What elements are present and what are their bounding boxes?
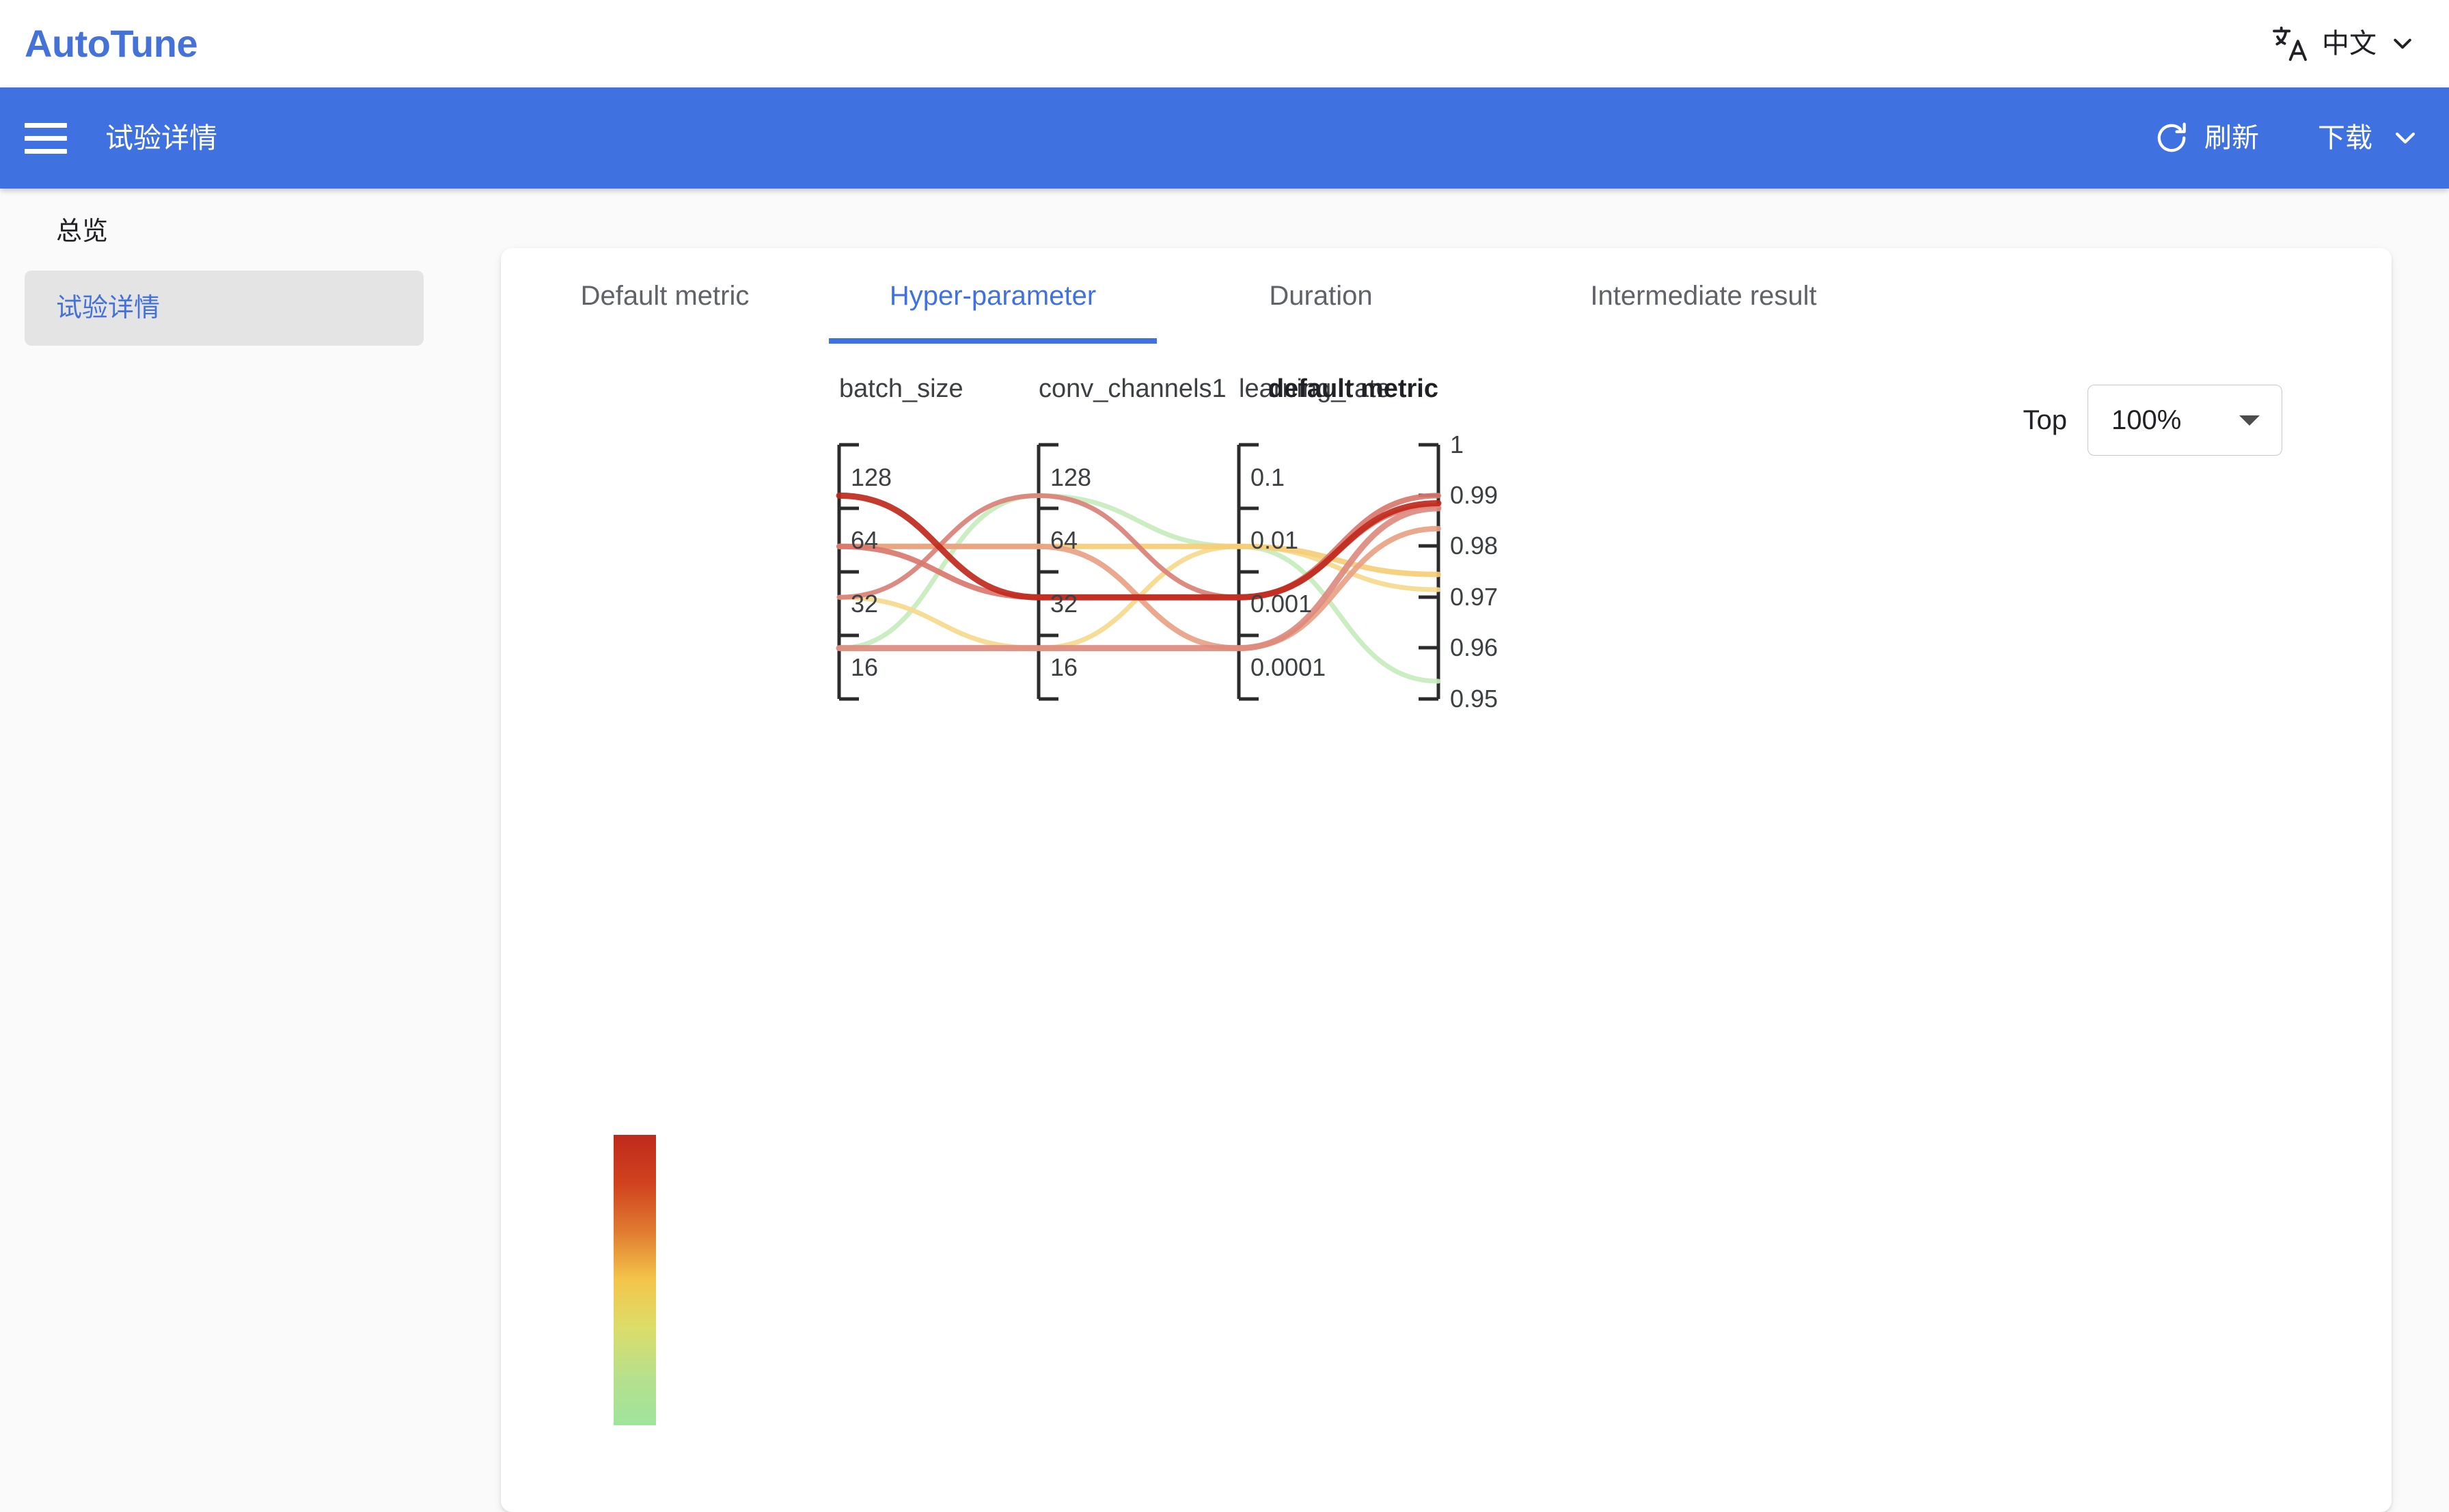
axis3-label-0-001: 0.001 <box>1250 590 1312 618</box>
axis-title-default-metric: default metric <box>1268 374 1438 403</box>
language-label: 中文 <box>2322 29 2377 59</box>
page-body: 总览 试验详情 Default metric Hyper-parameter D… <box>0 189 2449 1512</box>
translate-icon <box>2270 24 2310 64</box>
sidebar-item-label: 试验详情 <box>56 294 161 322</box>
axis3-label-0-01: 0.01 <box>1250 526 1298 554</box>
axis3-label-0-1: 0.1 <box>1250 463 1285 491</box>
app-bar: 试验详情 刷新 下载 <box>0 87 2449 189</box>
axis4-label-0-99: 0.99 <box>1450 481 1498 509</box>
sidebar: 总览 试验详情 <box>0 189 478 1335</box>
hamburger-menu-icon[interactable] <box>25 116 68 160</box>
axis1-label-128: 128 <box>851 463 892 491</box>
trial-line-8 <box>836 493 1441 684</box>
chevron-down-icon <box>2390 123 2420 153</box>
download-label: 下载 <box>2318 123 2372 153</box>
axis4-label-0-98: 0.98 <box>1450 532 1498 560</box>
metric-colorbar <box>614 1135 656 1425</box>
brand-bar: AutoTune 中文 <box>0 0 2449 87</box>
axis-title-batch-size: batch_size <box>839 374 963 403</box>
axis4-label-0-95: 0.95 <box>1450 685 1498 713</box>
axis2-label-16: 16 <box>1050 653 1078 681</box>
axis-title-conv-channels1: conv_channels1 <box>1039 374 1227 403</box>
content-card: Default metric Hyper-parameter Duration … <box>501 248 2392 1512</box>
axis4-label-0-96: 0.96 <box>1450 633 1498 661</box>
axis4-label-1: 1 <box>1450 430 1464 458</box>
axis3-label-0-0001: 0.0001 <box>1250 653 1326 681</box>
download-button[interactable]: 下载 <box>2318 123 2420 153</box>
axis1-label-64: 64 <box>851 526 878 554</box>
sidebar-item-trial-detail[interactable]: 试验详情 <box>25 271 424 346</box>
axis2-label-64: 64 <box>1050 526 1078 554</box>
refresh-icon <box>2154 120 2189 156</box>
refresh-label: 刷新 <box>2204 123 2259 153</box>
chevron-down-icon <box>2389 30 2416 57</box>
app-logo: AutoTune <box>25 22 198 65</box>
app-bar-title: 试验详情 <box>105 122 217 154</box>
language-selector[interactable]: 中文 <box>2270 24 2416 64</box>
axis1-label-16: 16 <box>851 653 878 681</box>
trial-lines <box>836 492 1442 684</box>
axis1-label-32: 32 <box>851 590 878 618</box>
axis2-label-32: 32 <box>1050 590 1078 618</box>
refresh-button[interactable]: 刷新 <box>2154 120 2259 156</box>
chart-svg: batch_size conv_channels1 learning_rate … <box>614 374 1498 1425</box>
axis4-label-0-97: 0.97 <box>1450 583 1498 611</box>
parallel-coordinates-chart: batch_size conv_channels1 learning_rate … <box>501 248 2392 1512</box>
axis2-label-128: 128 <box>1050 463 1091 491</box>
sidebar-heading: 总览 <box>56 217 109 246</box>
